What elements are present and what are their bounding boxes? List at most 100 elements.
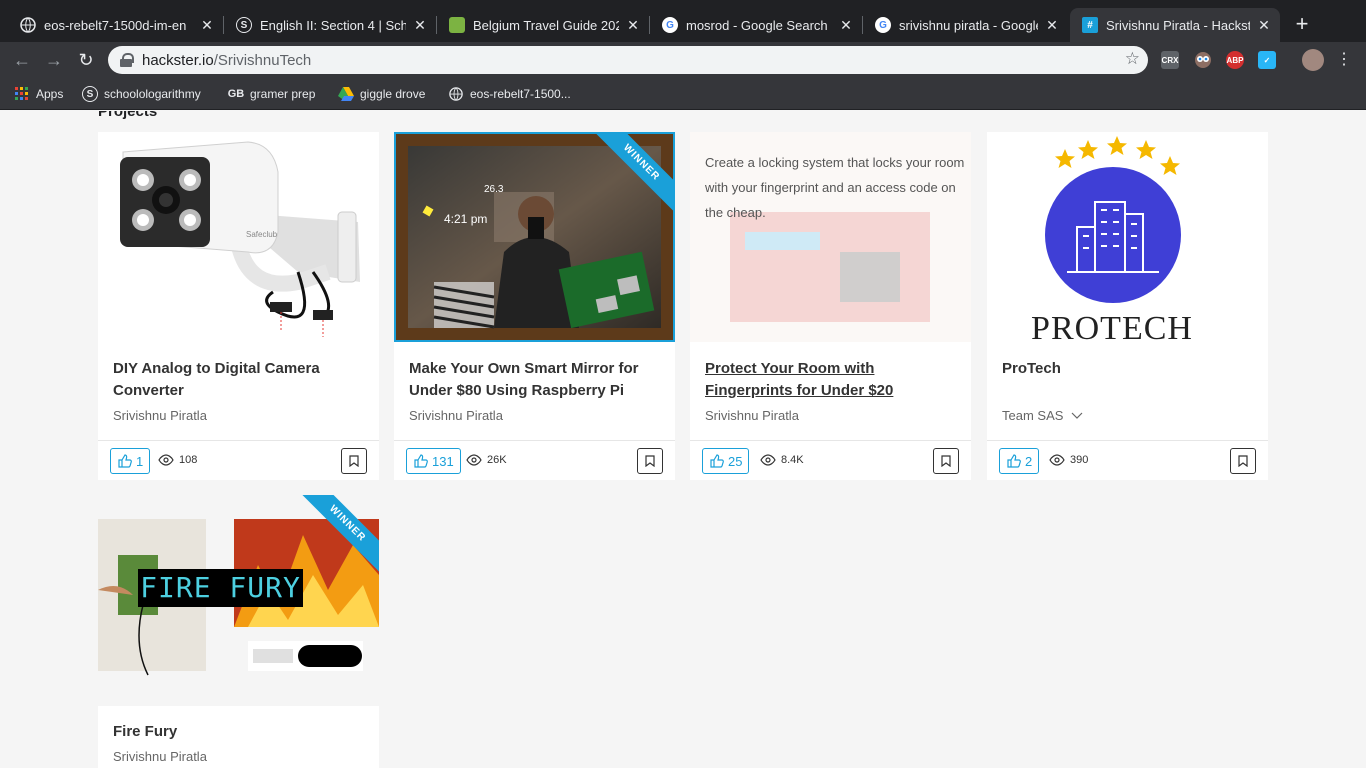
winner-ribbon: WINNER — [593, 134, 673, 214]
project-title[interactable]: Fire Fury — [113, 721, 363, 743]
like-button[interactable]: 131 — [406, 448, 461, 474]
bookmark-icon — [349, 455, 359, 467]
project-card[interactable]: Create a locking system that locks your … — [690, 132, 971, 480]
protech-logo-text: PROTECH — [1031, 310, 1193, 342]
globe-icon — [20, 17, 36, 33]
tab-title: Srivishnu Piratla - Hackster — [1106, 17, 1250, 33]
team-name: Team SAS — [1002, 408, 1064, 423]
winner-ribbon-label: WINNER — [299, 495, 379, 575]
tab-bar: eos-rebelt7-1500d-im-en ✕ S English II: … — [0, 0, 1366, 42]
tab-title: eos-rebelt7-1500d-im-en — [44, 17, 187, 33]
close-icon[interactable]: ✕ — [838, 17, 854, 34]
bookmark-icon — [941, 455, 951, 467]
browser-toolbar: ← → ↻ hackster.io/SrivishnuTech ☆ CRX AB… — [0, 42, 1366, 78]
views-value: 108 — [179, 454, 198, 466]
bookmark-eos-rebelt7[interactable]: eos-rebelt7-1500... — [448, 85, 571, 103]
bookmark-label: schoolologarithmy — [104, 87, 201, 101]
globe-icon — [448, 86, 464, 102]
views-value: 26K — [487, 454, 507, 466]
abp-label: ABP — [1226, 55, 1244, 65]
tab-title: mosrod - Google Search — [686, 17, 828, 33]
lock-icon — [120, 53, 134, 67]
close-icon[interactable]: ✕ — [625, 17, 641, 34]
crx-extension-icon[interactable]: CRX — [1161, 51, 1179, 69]
owl-extension-icon[interactable] — [1194, 51, 1212, 69]
project-title[interactable]: Make Your Own Smart Mirror for Under $80… — [409, 358, 659, 402]
bookmark-schoolologarithmy[interactable]: S schoolologarithmy — [82, 85, 201, 103]
bookmark-label: giggle drove — [360, 87, 426, 101]
project-card[interactable]: FIRE FURY WINNER Fire Fury Srivishnu Pir… — [98, 495, 379, 768]
project-title[interactable]: Protect Your Room with Fingerprints for … — [705, 358, 955, 402]
apps-grid-icon — [14, 86, 30, 102]
tab-title: Belgium Travel Guide 2020 — [473, 17, 619, 33]
tab-hackster-profile[interactable]: # Srivishnu Piratla - Hackster ✕ — [1070, 8, 1280, 42]
project-thumbnail-smart-mirror[interactable]: 26.3 4:21 pm WINNER — [394, 132, 675, 342]
project-description: Create a locking system that locks your … — [705, 155, 965, 220]
view-count: 108 — [158, 454, 197, 466]
tab-mosrod-search[interactable]: G mosrod - Google Search ✕ — [650, 8, 862, 42]
project-thumbnail-camera[interactable]: Safeclub — [98, 132, 379, 342]
bookmark-button[interactable] — [637, 448, 663, 474]
close-icon[interactable]: ✕ — [1044, 17, 1060, 34]
new-tab-button[interactable]: + — [1290, 12, 1314, 36]
adblock-plus-icon[interactable]: ABP — [1226, 51, 1244, 69]
bookmark-button[interactable] — [933, 448, 959, 474]
address-bar[interactable]: hackster.io/SrivishnuTech ☆ — [108, 46, 1148, 74]
bookmark-icon — [645, 455, 655, 467]
bookmark-apps[interactable]: Apps — [14, 85, 63, 103]
project-card[interactable]: Safeclub DIY Analog to Digital Camera Co… — [98, 132, 379, 480]
project-card[interactable]: PROTECH ProTech Team SAS 2 390 — [987, 132, 1268, 480]
like-count: 131 — [432, 453, 454, 469]
like-button[interactable]: 2 — [999, 448, 1040, 474]
star-icon[interactable]: ☆ — [1125, 49, 1140, 69]
like-count: 1 — [136, 453, 144, 469]
like-count: 25 — [728, 453, 743, 469]
thumbs-up-icon — [414, 454, 428, 468]
tab-english-ii[interactable]: S English II: Section 4 | Scho ✕ — [224, 8, 436, 42]
card-divider — [98, 440, 379, 441]
project-thumbnail-fire-fury[interactable]: FIRE FURY WINNER — [98, 495, 379, 705]
bookmark-giggle-drove[interactable]: giggle drove — [338, 85, 425, 103]
project-thumbnail-fingerprint[interactable]: Create a locking system that locks your … — [690, 132, 971, 342]
like-button[interactable]: 25 — [702, 448, 750, 474]
tab-srivishnu-search[interactable]: G srivishnu piratla - Google Se ✕ — [863, 8, 1068, 42]
forward-arrow-icon[interactable]: → — [42, 48, 66, 72]
project-card[interactable]: 26.3 4:21 pm WINNER Make Your Own Smart … — [394, 132, 675, 480]
project-author[interactable]: Srivishnu Piratla — [113, 408, 207, 423]
travel-guide-icon — [449, 17, 465, 33]
like-count: 2 — [1025, 453, 1033, 469]
close-icon[interactable]: ✕ — [412, 17, 428, 34]
bookmark-button[interactable] — [341, 448, 367, 474]
tab-belgium-travel[interactable]: Belgium Travel Guide 2020 ✕ — [437, 8, 649, 42]
project-title[interactable]: ProTech — [1002, 358, 1252, 380]
project-team[interactable]: Team SAS — [1002, 408, 1083, 423]
hackster-icon: # — [1082, 17, 1098, 33]
project-title[interactable]: DIY Analog to Digital Camera Converter — [113, 358, 363, 402]
reload-icon[interactable]: ↻ — [74, 48, 98, 72]
project-author[interactable]: Srivishnu Piratla — [409, 408, 503, 423]
project-author[interactable]: Srivishnu Piratla — [113, 749, 207, 764]
card-divider — [987, 440, 1268, 441]
bookmarks-bar: Apps S schoolologarithmy GB gramer prep … — [0, 78, 1366, 110]
extension-icon[interactable]: ✓ — [1258, 51, 1276, 69]
schoology-icon: S — [82, 86, 98, 102]
bookmark-button[interactable] — [1230, 448, 1256, 474]
close-icon[interactable]: ✕ — [199, 17, 215, 34]
eye-icon — [466, 454, 482, 466]
profile-avatar[interactable] — [1302, 49, 1324, 71]
project-author[interactable]: Srivishnu Piratla — [705, 408, 799, 423]
close-icon[interactable]: ✕ — [1256, 17, 1272, 34]
url-host: hackster.io — [142, 51, 214, 69]
like-button[interactable]: 1 — [110, 448, 151, 474]
menu-icon[interactable]: ⋮ — [1336, 50, 1352, 70]
url-text: hackster.io/SrivishnuTech — [142, 52, 311, 69]
card-divider — [394, 440, 675, 441]
winner-ribbon: WINNER — [299, 495, 379, 575]
schoology-icon: S — [236, 17, 252, 33]
bookmark-label: gramer prep — [250, 87, 316, 101]
back-arrow-icon[interactable]: ← — [10, 48, 34, 72]
tab-eos-rebelt7[interactable]: eos-rebelt7-1500d-im-en ✕ — [8, 8, 223, 42]
view-count: 8.4K — [760, 454, 804, 466]
project-thumbnail-protech[interactable]: PROTECH — [987, 132, 1268, 342]
bookmark-gramer-prep[interactable]: GB gramer prep — [228, 85, 316, 103]
